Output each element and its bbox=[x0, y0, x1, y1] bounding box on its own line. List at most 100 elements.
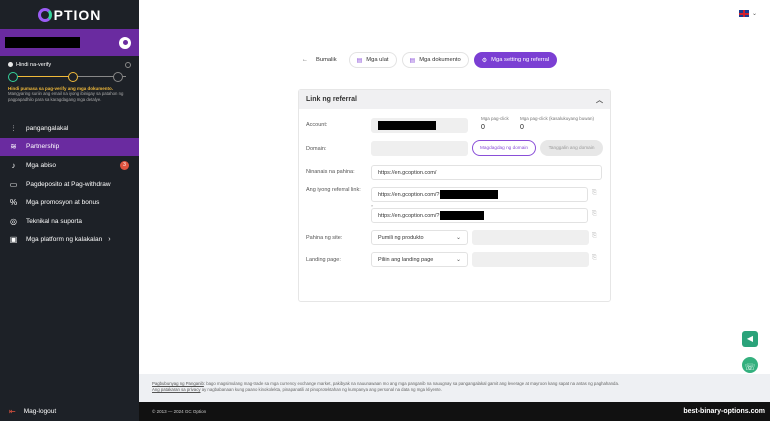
verify-status: Hindi na-verify bbox=[8, 62, 51, 68]
chat-button[interactable]: ☏ bbox=[740, 355, 760, 375]
sidebar-item-deposit-withdraw[interactable]: ▭ Pagdeposito at Pag-withdraw bbox=[0, 175, 139, 194]
tab-label: Mga ulat bbox=[366, 57, 389, 63]
remove-domain-button[interactable]: Tanggalin ang domain bbox=[540, 140, 603, 156]
domain-field[interactable] bbox=[371, 141, 468, 156]
language-selector[interactable]: ⌄ bbox=[738, 10, 757, 17]
document-icon: ▤ bbox=[356, 57, 363, 64]
main-content: ← Bumalik ▤ Mga ulat ▤ Mga dokumento ⚙ M… bbox=[139, 29, 770, 374]
sidebar-item-trading[interactable]: ⫶ pangangalakal bbox=[0, 119, 139, 138]
tab-documents[interactable]: ▤ Mga dokumento bbox=[401, 52, 469, 68]
tab-label: Mga dokumento bbox=[419, 57, 461, 63]
back-button[interactable]: ← Bumalik bbox=[298, 52, 344, 68]
copy-link-icon[interactable]: ⎘ bbox=[592, 233, 597, 240]
sidebar-item-label: Mga platform ng kalakalan bbox=[26, 236, 103, 244]
step-1-icon bbox=[8, 72, 18, 82]
file-icon: ▤ bbox=[409, 57, 416, 64]
landing-select[interactable]: Piliin ang landing page ⌄ bbox=[371, 252, 468, 267]
tab-referral-settings[interactable]: ⚙ Mga setting ng referral bbox=[473, 52, 558, 68]
copy-link-icon[interactable]: ⎘ bbox=[592, 211, 597, 218]
referral-link-1-text: https://en.gcoption.com/? bbox=[378, 191, 440, 198]
monthly-clicks-label: Mga pag-click (kasalukuyang buwan) bbox=[520, 116, 595, 121]
chevron-up-icon[interactable]: ︿ bbox=[596, 95, 603, 105]
sidebar-nav: ⫶ pangangalakal ≋ Partnership ♪ Mga abis… bbox=[0, 119, 139, 249]
tab-label: Mga setting ng referral bbox=[491, 57, 550, 63]
status-dot-icon bbox=[8, 62, 13, 68]
arrow-left-icon: ← bbox=[302, 57, 308, 63]
logout-icon: ⇤ bbox=[9, 407, 16, 416]
clicks-label: Mga pag-click bbox=[481, 116, 509, 121]
announcement-button[interactable]: ◀ bbox=[742, 331, 758, 347]
account-label: Account: bbox=[306, 122, 328, 128]
desired-page-input[interactable]: https://en.gcoption.com/ bbox=[371, 165, 602, 180]
logout-label: Mag-logout bbox=[23, 408, 57, 415]
referral-link-card: Link ng referral ︿ Account: Mga pag-clic… bbox=[298, 89, 611, 302]
sidebar-item-label: pangangalakal bbox=[26, 124, 69, 132]
sidebar: PTION Hindi na-verify Hindi pumasa sa pa… bbox=[0, 0, 139, 421]
sidebar-item-notifications[interactable]: ♪ Mga abiso 3 bbox=[0, 156, 139, 175]
percent-icon: % bbox=[9, 198, 18, 208]
privacy-policy-link[interactable]: Ang patakaran sa privacy bbox=[152, 387, 201, 392]
risk-disclosure-text: : bago magsimulang mag-trade sa mga curr… bbox=[203, 381, 620, 386]
megaphone-icon: ◀ bbox=[746, 334, 754, 343]
verify-text: Mangyaring suriin ang email na iyong ibi… bbox=[8, 91, 124, 102]
copyright: © 2013 — 2024 GC Option bbox=[152, 409, 207, 414]
product-select-value: Pumili ng produkto bbox=[378, 234, 424, 241]
copy-link-icon[interactable]: ⎘ bbox=[592, 190, 597, 197]
account-redacted bbox=[378, 121, 436, 130]
referral-link-2-text: https://en.gcoption.com/? bbox=[378, 212, 440, 219]
notification-badge: 3 bbox=[120, 160, 129, 170]
monthly-clicks-value: 0 bbox=[520, 124, 524, 131]
card-title: Link ng referral bbox=[306, 96, 357, 103]
referral-link-field-1[interactable]: https://en.gcoption.com/? bbox=[371, 187, 588, 202]
product-select[interactable]: Pumili ng produkto ⌄ bbox=[371, 230, 468, 245]
referral-id-redacted bbox=[440, 190, 499, 199]
logo[interactable]: PTION bbox=[0, 0, 139, 29]
chevron-down-icon: ⌄ bbox=[455, 235, 461, 241]
partner-tabs: ← Bumalik ▤ Mga ulat ▤ Mga dokumento ⚙ M… bbox=[298, 52, 562, 68]
footer: © 2013 — 2024 GC Option best-binary-opti… bbox=[139, 402, 770, 421]
user-name-redacted bbox=[5, 37, 80, 48]
sidebar-item-label: Pagdeposito at Pag-withdraw bbox=[26, 180, 111, 188]
referral-id-redacted bbox=[440, 211, 485, 220]
uk-flag-icon bbox=[738, 10, 749, 17]
handshake-icon: ≋ bbox=[10, 142, 17, 152]
sidebar-item-platforms[interactable]: ▣ Mga platform ng kalakalan › bbox=[0, 231, 139, 250]
bell-icon: ♪ bbox=[11, 160, 16, 170]
copy-link-icon[interactable]: ⎘ bbox=[592, 255, 597, 262]
referral-link-label: Ang iyong referral link: bbox=[306, 187, 361, 193]
logo-icon bbox=[37, 7, 52, 22]
info-icon[interactable] bbox=[125, 62, 131, 68]
logo-text: PTION bbox=[53, 6, 102, 23]
sidebar-item-support[interactable]: ◎ Teknikal na suporta bbox=[0, 212, 139, 231]
sidebar-item-label: Mga abiso bbox=[26, 161, 56, 169]
support-icon: ◎ bbox=[10, 216, 17, 226]
card-header[interactable]: Link ng referral ︿ bbox=[299, 90, 610, 109]
site-page-output bbox=[472, 230, 589, 245]
gear-icon: ⚙ bbox=[481, 57, 488, 64]
add-domain-button[interactable]: Magdagdag ng domain bbox=[472, 140, 536, 156]
step-3-icon bbox=[113, 72, 123, 82]
risk-disclosure-link[interactable]: Pagbubunyag ng Panganib bbox=[152, 381, 204, 386]
back-label: Bumalik bbox=[316, 57, 337, 63]
site-page-label: Pahina ng site: bbox=[306, 235, 343, 241]
user-bar[interactable] bbox=[0, 29, 139, 56]
trading-icon: ⫶ bbox=[12, 123, 15, 133]
risk-disclaimer: Pagbubunyag ng Panganib: bago magsimulan… bbox=[139, 374, 770, 403]
logout-button[interactable]: ⇤ Mag-logout bbox=[0, 402, 139, 421]
sidebar-item-partnership[interactable]: ≋ Partnership bbox=[0, 137, 139, 157]
referral-link-field-2[interactable]: https://en.gcoption.com/? bbox=[371, 208, 588, 223]
landing-page-label: Landing page: bbox=[306, 257, 341, 263]
watermark-brand: best-binary-options.com bbox=[683, 408, 765, 415]
tab-reports[interactable]: ▤ Mga ulat bbox=[348, 52, 397, 68]
wallet-icon: ▭ bbox=[9, 179, 18, 189]
user-avatar-icon[interactable] bbox=[119, 36, 131, 49]
sidebar-item-label: Teknikal na suporta bbox=[26, 217, 83, 225]
sidebar-item-label: Mga promosyon at bonus bbox=[26, 199, 100, 207]
account-field bbox=[371, 118, 468, 133]
top-bar: ⌄ bbox=[139, 0, 770, 29]
sidebar-item-promotions[interactable]: % Mga promosyon at bonus bbox=[0, 193, 139, 212]
monitor-icon: ▣ bbox=[9, 235, 18, 245]
landing-output bbox=[472, 252, 589, 267]
landing-select-value: Piliin ang landing page bbox=[378, 256, 434, 263]
chat-icon: ☏ bbox=[744, 362, 756, 372]
